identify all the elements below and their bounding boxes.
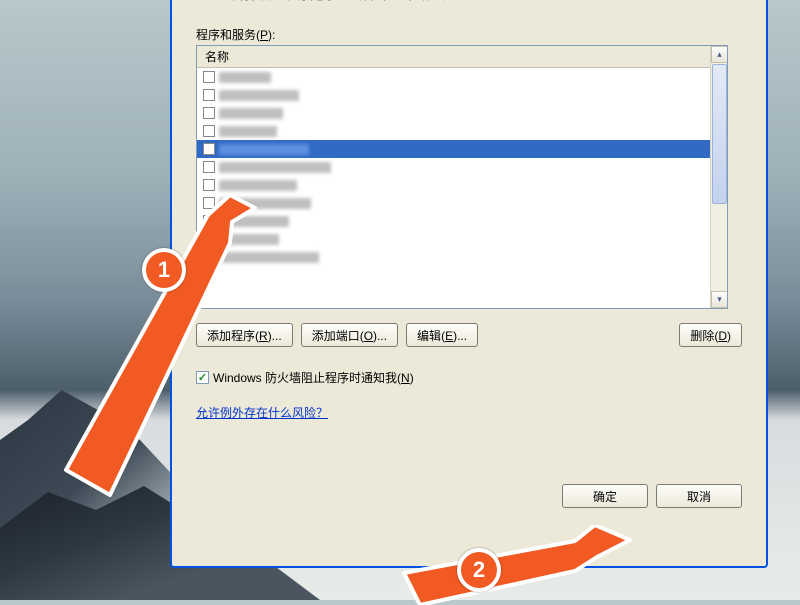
list-body	[197, 68, 710, 308]
blurred-item-name	[219, 90, 299, 101]
notify-checkbox[interactable]: ✓	[196, 371, 209, 384]
item-checkbox[interactable]	[203, 197, 215, 209]
blurred-item-name	[219, 108, 283, 119]
delete-button[interactable]: 删除(D)	[679, 323, 742, 347]
list-action-buttons: 添加程序(R)... 添加端口(O)... 编辑(E)... 删除(D)	[196, 323, 742, 347]
ok-button[interactable]: 确定	[562, 484, 648, 508]
blurred-item-name	[219, 144, 309, 155]
blurred-item-name	[219, 216, 289, 227]
blurred-item-name	[219, 252, 319, 263]
list-item[interactable]	[197, 158, 710, 176]
item-checkbox[interactable]	[203, 125, 215, 137]
item-checkbox[interactable]	[203, 107, 215, 119]
blurred-item-name	[219, 180, 297, 191]
description-line: 加例外将使部分程序更好地工作，但可能增加安全风险。	[202, 0, 742, 4]
blurred-item-name	[219, 72, 271, 83]
list-item-selected[interactable]	[197, 140, 710, 158]
notify-checkbox-row: ✓ Windows 防火墙阻止程序时通知我(N)	[196, 369, 742, 386]
dialog-buttons: 确定 取消	[562, 484, 742, 508]
list-item[interactable]	[197, 212, 710, 230]
list-item[interactable]	[197, 248, 710, 266]
item-checkbox[interactable]	[203, 89, 215, 101]
blurred-item-name	[219, 126, 277, 137]
scroll-down-button[interactable]: ▾	[711, 291, 728, 308]
blurred-item-name	[219, 234, 279, 245]
list-item[interactable]	[197, 176, 710, 194]
item-checkbox[interactable]	[203, 179, 215, 191]
item-checkbox[interactable]	[203, 71, 215, 83]
list-item[interactable]	[197, 86, 710, 104]
vertical-scrollbar[interactable]: ▴ ▾	[710, 46, 727, 308]
item-checkbox[interactable]	[203, 161, 215, 173]
item-checkbox[interactable]	[203, 233, 215, 245]
programs-services-label: 程序和服务(P):	[196, 26, 742, 43]
cancel-button[interactable]: 取消	[656, 484, 742, 508]
list-column-header-name[interactable]: 名称	[197, 46, 727, 68]
list-item[interactable]	[197, 104, 710, 122]
add-port-button[interactable]: 添加端口(O)...	[301, 323, 398, 347]
programs-services-listbox[interactable]: 名称 ▴ ▾	[196, 45, 728, 309]
firewall-exceptions-dialog: 加例外将使部分程序更好地工作，但可能增加安全风险。 程序和服务(P): 名称 ▴…	[170, 0, 768, 568]
risk-help-link[interactable]: 允许例外存在什么风险？	[196, 404, 742, 421]
notify-checkbox-label: Windows 防火墙阻止程序时通知我(N)	[213, 369, 414, 386]
item-checkbox[interactable]	[203, 143, 215, 155]
list-item[interactable]	[197, 68, 710, 86]
list-item[interactable]	[197, 230, 710, 248]
item-checkbox[interactable]	[203, 251, 215, 263]
blurred-item-name	[219, 162, 331, 173]
edit-button[interactable]: 编辑(E)...	[406, 323, 478, 347]
blurred-item-name	[219, 198, 311, 209]
list-item[interactable]	[197, 194, 710, 212]
description-text: 加例外将使部分程序更好地工作，但可能增加安全风险。	[196, 0, 742, 4]
scroll-up-button[interactable]: ▴	[711, 46, 728, 63]
item-checkbox[interactable]	[203, 215, 215, 227]
add-program-button[interactable]: 添加程序(R)...	[196, 323, 293, 347]
scroll-thumb[interactable]	[712, 64, 727, 204]
list-item[interactable]	[197, 122, 710, 140]
